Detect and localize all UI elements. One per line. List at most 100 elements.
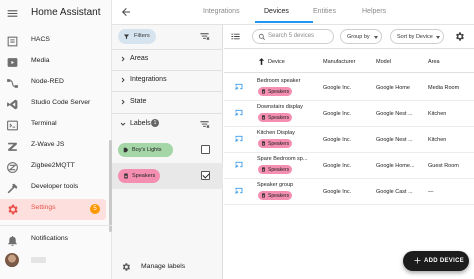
sidebar-item-label: Settings bbox=[31, 204, 56, 211]
filter-icon bbox=[123, 34, 130, 40]
label-chip: Speakers bbox=[258, 113, 292, 122]
tab-entities[interactable]: Entities bbox=[313, 8, 336, 15]
menu-icon[interactable] bbox=[6, 7, 19, 20]
manage-labels-button[interactable]: Manage labels bbox=[112, 257, 223, 277]
device-name: Bedroom speaker bbox=[257, 78, 301, 84]
speaker-icon bbox=[262, 89, 265, 94]
area-cell: Guest Room bbox=[428, 163, 459, 169]
sidebar-item-settings[interactable]: Settings 5 bbox=[0, 199, 106, 220]
device-name: Kitchen Display bbox=[257, 130, 295, 136]
filter-clear-icon[interactable] bbox=[199, 31, 210, 42]
filters-button[interactable]: Filters bbox=[118, 29, 156, 44]
manufacturer-cell: Google Inc. bbox=[323, 189, 352, 195]
label-checkbox[interactable] bbox=[201, 145, 210, 154]
table-row[interactable]: Kitchen Display Speakers Google Inc. Goo… bbox=[224, 126, 474, 152]
avatar[interactable] bbox=[5, 253, 19, 267]
filter-section-integrations[interactable]: Integrations bbox=[112, 70, 223, 91]
sidebar-item-label: Media bbox=[31, 57, 50, 64]
selection-mode-icon[interactable] bbox=[230, 31, 241, 42]
sidebar-item-terminal[interactable]: Terminal bbox=[0, 115, 106, 136]
area-cell: Media Room bbox=[428, 85, 460, 91]
filter-section-state[interactable]: State bbox=[112, 92, 223, 113]
model-cell: Google Cast ... bbox=[376, 189, 413, 195]
device-name: Speaker group bbox=[257, 182, 294, 188]
caret-down-icon bbox=[374, 36, 378, 39]
sidebar-item-hacs[interactable]: HACS bbox=[0, 31, 106, 52]
chevron-right-icon bbox=[121, 56, 125, 62]
app-title: Home Assistant bbox=[31, 7, 101, 18]
bell-icon bbox=[8, 236, 17, 246]
chevron-right-icon bbox=[121, 99, 125, 105]
area-cell: Kitchen bbox=[428, 137, 447, 143]
filter-section-areas[interactable]: Areas bbox=[112, 49, 223, 70]
sort-by-dropdown[interactable]: Sort by Device bbox=[390, 29, 444, 44]
sidebar-item-label: Z-Wave JS bbox=[31, 141, 65, 148]
table-settings-icon[interactable] bbox=[454, 31, 465, 42]
cast-icon bbox=[235, 161, 243, 168]
device-name: Downstairs display bbox=[257, 104, 303, 110]
column-header-area[interactable]: Area bbox=[428, 59, 440, 65]
section-label: Areas bbox=[130, 55, 149, 62]
gear-icon bbox=[8, 204, 18, 215]
speaker-icon bbox=[262, 193, 265, 198]
label-filter-row[interactable]: Boy's Lights bbox=[112, 137, 223, 163]
sidebar-header: Home Assistant bbox=[0, 0, 112, 28]
sort-ascending-icon[interactable] bbox=[257, 56, 266, 67]
tab-integrations[interactable]: Integrations bbox=[203, 8, 240, 15]
sidebar-item-label: Studio Code Server bbox=[31, 99, 91, 106]
sidebar-item-node-red[interactable]: Node-RED bbox=[0, 73, 106, 94]
sidebar-item-label: Developer tools bbox=[31, 183, 79, 190]
tab-devices[interactable]: Devices bbox=[264, 8, 289, 15]
manufacturer-cell: Google Inc. bbox=[323, 111, 352, 117]
manufacturer-cell: Google Inc. bbox=[323, 163, 352, 169]
column-header-model[interactable]: Model bbox=[376, 59, 391, 65]
chevron-right-icon bbox=[121, 77, 125, 83]
chevron-down-icon bbox=[120, 122, 126, 126]
manage-labels-label: Manage labels bbox=[141, 263, 186, 270]
table-row[interactable]: Downstairs display Speakers Google Inc. … bbox=[224, 100, 474, 126]
group-by-dropdown[interactable]: Group by bbox=[340, 29, 382, 44]
label-chip-text: Speakers bbox=[268, 193, 290, 199]
column-header-manufacturer[interactable]: Manufacturer bbox=[323, 59, 355, 65]
sidebar-item-label: HACS bbox=[31, 36, 50, 43]
caret-down-icon bbox=[436, 36, 440, 39]
zwave-icon bbox=[8, 142, 17, 151]
device-name: Spare Bedroom sp... bbox=[257, 156, 308, 162]
area-cell: — bbox=[428, 189, 434, 195]
sidebar-item-label: Terminal bbox=[31, 120, 57, 127]
sidebar-divider bbox=[0, 225, 112, 226]
hacs-icon bbox=[7, 36, 18, 47]
column-header-device[interactable]: Device bbox=[268, 59, 285, 65]
gear-icon bbox=[122, 263, 130, 271]
speaker-icon bbox=[262, 141, 265, 146]
sidebar-item-z-wave-js[interactable]: Z-Wave JS bbox=[0, 136, 106, 157]
back-arrow-icon[interactable] bbox=[120, 6, 132, 18]
label-chip-text: Speakers bbox=[268, 167, 290, 173]
sidebar-item-developer-tools[interactable]: Developer tools bbox=[0, 178, 106, 199]
label-filter-row[interactable]: Speakers bbox=[112, 163, 223, 189]
filter-section-labels[interactable]: Labels 1 bbox=[112, 114, 223, 135]
app-root: Home Assistant HACS Media Node-RED Studi… bbox=[0, 0, 474, 279]
cast-icon bbox=[235, 187, 243, 194]
filter-clear-icon[interactable] bbox=[199, 119, 210, 130]
label-chip: Boy's Lights bbox=[118, 143, 173, 157]
tab-helpers[interactable]: Helpers bbox=[362, 8, 386, 15]
model-cell: Google Nest ... bbox=[376, 137, 413, 143]
sidebar-item-notifications[interactable]: Notifications bbox=[0, 230, 106, 251]
sidebar-item-media[interactable]: Media bbox=[0, 52, 106, 73]
table-row[interactable]: Speaker group Speakers Google Inc. Googl… bbox=[224, 178, 474, 204]
sidebar-item-studio-code-server[interactable]: Studio Code Server bbox=[0, 94, 106, 115]
filters-label: Filters bbox=[134, 33, 150, 39]
table-row[interactable]: Bedroom speaker Speakers Google Inc. Goo… bbox=[224, 74, 474, 100]
label-chip: Speakers bbox=[258, 191, 292, 200]
search-input[interactable]: Search 5 devices bbox=[252, 29, 334, 44]
sidebar-item-label: Zigbee2MQTT bbox=[31, 162, 75, 169]
plus-icon bbox=[414, 257, 421, 264]
sidebar-item-zigbee2mqtt[interactable]: Zigbee2MQTT bbox=[0, 157, 106, 178]
table-row[interactable]: Spare Bedroom sp... Speakers Google Inc.… bbox=[224, 152, 474, 178]
label-checkbox-checked[interactable] bbox=[201, 171, 210, 180]
model-cell: Google Nest ... bbox=[376, 111, 413, 117]
add-device-button[interactable]: ADD DEVICE bbox=[403, 251, 469, 271]
terminal-icon bbox=[7, 120, 18, 131]
label-chip-text: Speakers bbox=[268, 115, 290, 121]
